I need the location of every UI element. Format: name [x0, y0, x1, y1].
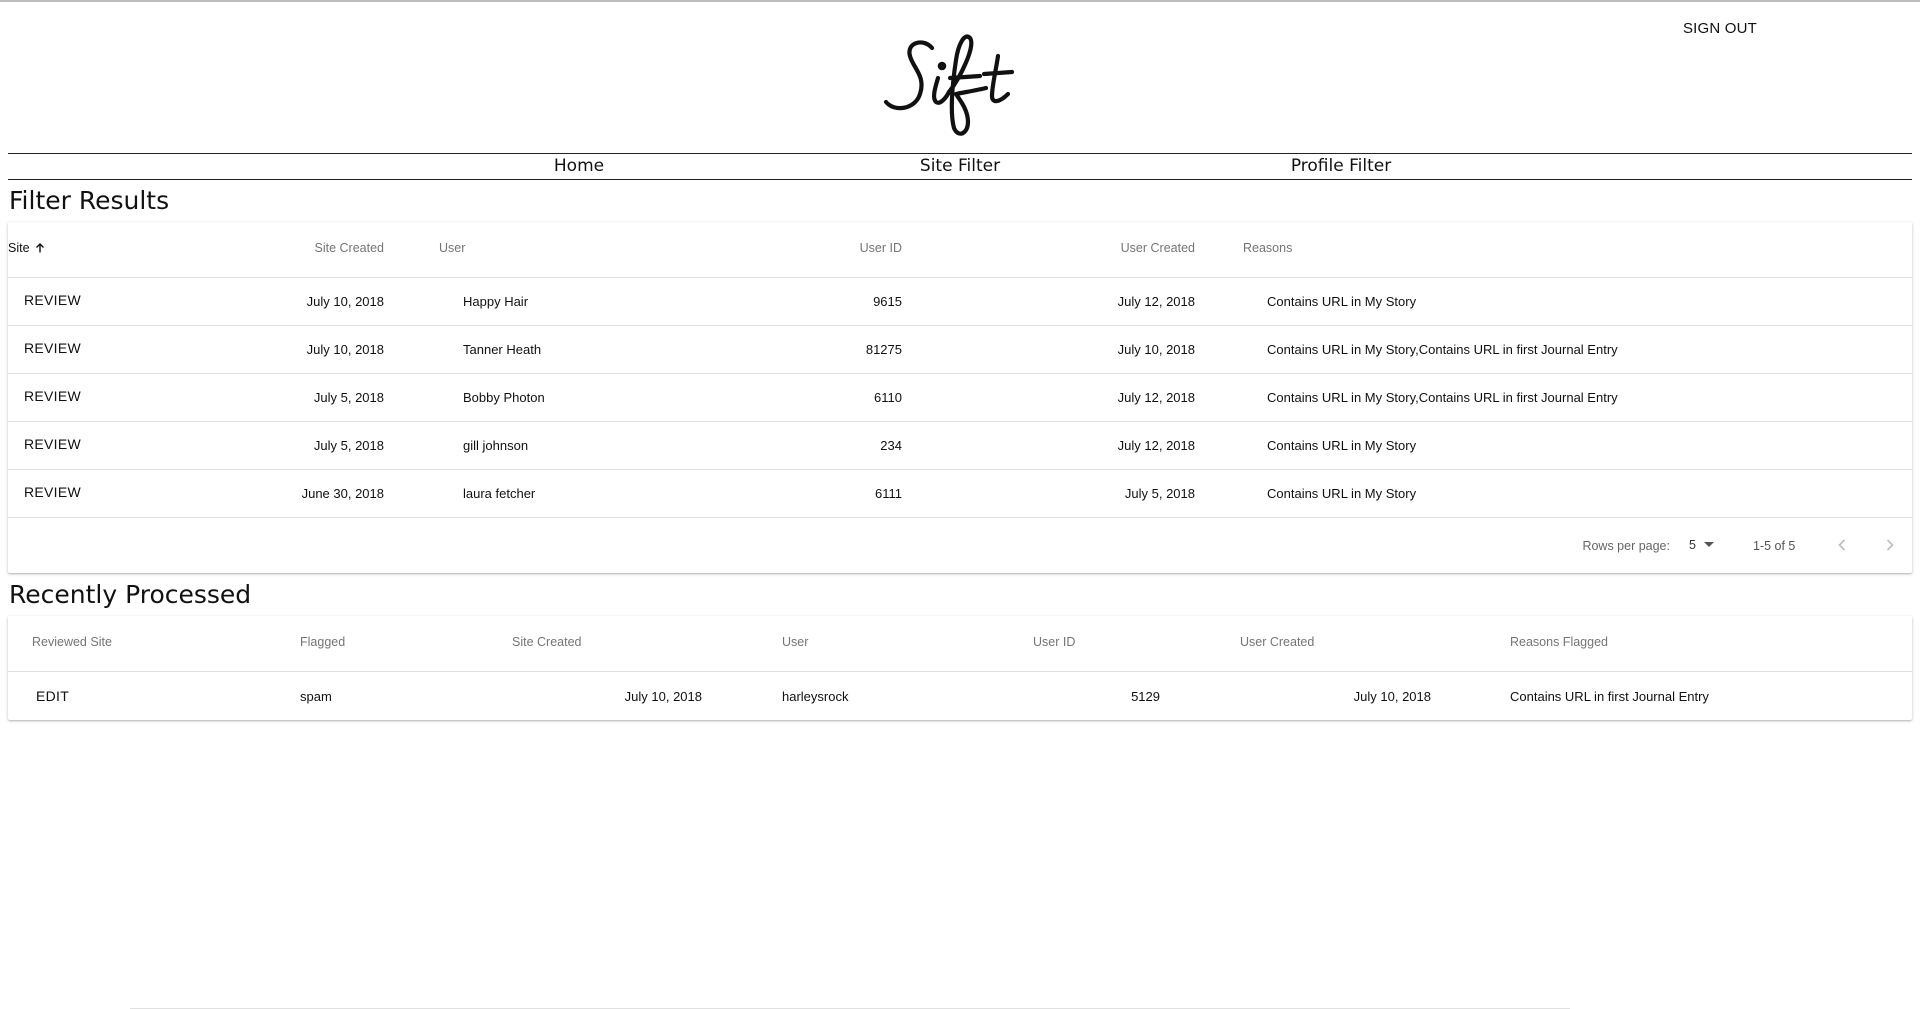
top-divider — [0, 0, 1920, 2]
user-created-cell: July 5, 2018 — [1124, 486, 1195, 501]
table-header: Site Site Created User User ID User Crea… — [8, 222, 1912, 278]
user-created-cell: July 10, 2018 — [1117, 342, 1195, 357]
user-id-cell: 6111 — [875, 486, 902, 501]
page: SIGN OUT Home Site Filter Profile Filter… — [0, 0, 1920, 1009]
rows-per-page-select[interactable]: 5 — [1689, 538, 1714, 552]
table-row: REVIEW July 10, 2018 Happy Hair 9615 Jul… — [8, 278, 1912, 326]
column-header-user-id: User ID — [1033, 635, 1076, 649]
recently-processed-table: Reviewed Site Flagged Site Created User … — [8, 616, 1912, 720]
column-header-reasons-flagged: Reasons Flagged — [1510, 635, 1608, 649]
flagged-cell: spam — [300, 689, 332, 704]
reasons-cell: Contains URL in My Story — [1267, 486, 1417, 501]
user-created-cell: July 12, 2018 — [1117, 294, 1195, 309]
column-header-site-label: Site — [8, 241, 30, 255]
nav-item-profile-filter[interactable]: Profile Filter — [1291, 156, 1391, 176]
review-button[interactable]: REVIEW — [24, 292, 81, 308]
site-created-cell: July 5, 2018 — [313, 438, 384, 453]
site-created-cell: July 10, 2018 — [624, 689, 702, 704]
user-id-cell: 234 — [880, 438, 902, 453]
site-created-cell: July 10, 2018 — [306, 342, 384, 357]
user-created-cell: July 10, 2018 — [1353, 689, 1431, 704]
column-header-user-created[interactable]: User Created — [1121, 241, 1195, 255]
reasons-cell: Contains URL in My Story — [1267, 438, 1417, 453]
user-cell: Tanner Heath — [463, 342, 542, 357]
column-header-flagged: Flagged — [300, 635, 346, 649]
reasons-cell: Contains URL in My Story,Contains URL in… — [1267, 342, 1618, 357]
table-header: Reviewed Site Flagged Site Created User … — [8, 616, 1912, 672]
review-button[interactable]: REVIEW — [24, 436, 81, 452]
rows-per-page-label: Rows per page: — [1582, 539, 1670, 553]
table-row: REVIEW June 30, 2018 laura fetcher 6111 … — [8, 470, 1912, 518]
next-page-button[interactable] — [1878, 533, 1902, 557]
filter-results-table: Site Site Created User User ID User Crea… — [8, 222, 1912, 573]
user-id-cell: 81275 — [865, 342, 902, 357]
chevron-left-icon — [1838, 539, 1846, 551]
user-cell: gill johnson — [463, 438, 529, 453]
review-button[interactable]: REVIEW — [24, 388, 81, 404]
review-button[interactable]: REVIEW — [24, 484, 81, 500]
column-header-user: User — [782, 635, 809, 649]
column-header-site-created: Site Created — [512, 635, 582, 649]
site-created-cell: July 5, 2018 — [313, 390, 384, 405]
site-created-cell: July 10, 2018 — [306, 294, 384, 309]
user-id-cell: 6110 — [874, 390, 902, 405]
rows-per-page-value: 5 — [1689, 538, 1696, 552]
column-header-site[interactable]: Site — [8, 241, 46, 255]
sign-out-button[interactable]: SIGN OUT — [1660, 14, 1780, 42]
column-header-user[interactable]: User — [439, 241, 465, 255]
review-button[interactable]: REVIEW — [24, 340, 81, 356]
caret-down-icon — [1703, 542, 1714, 547]
user-id-cell: 5129 — [1131, 689, 1160, 704]
reasons-cell: Contains URL in My Story — [1267, 294, 1417, 309]
table-row: EDIT spam July 10, 2018 harleysrock 5129… — [8, 672, 1912, 720]
filter-results-title: Filter Results — [9, 186, 170, 215]
user-cell: harleysrock — [782, 689, 849, 704]
site-created-cell: June 30, 2018 — [301, 486, 384, 501]
user-cell: Happy Hair — [463, 294, 529, 309]
nav-item-site-filter[interactable]: Site Filter — [920, 156, 1000, 176]
reasons-cell: Contains URL in My Story,Contains URL in… — [1267, 390, 1618, 405]
column-header-reasons[interactable]: Reasons — [1243, 241, 1292, 255]
table-row: REVIEW July 5, 2018 gill johnson 234 Jul… — [8, 422, 1912, 470]
sift-logo-script — [883, 34, 1015, 136]
user-created-cell: July 12, 2018 — [1117, 438, 1195, 453]
previous-page-button[interactable] — [1830, 533, 1854, 557]
table-row: REVIEW July 5, 2018 Bobby Photon 6110 Ju… — [8, 374, 1912, 422]
column-header-user-id[interactable]: User ID — [860, 241, 902, 255]
column-header-reviewed-site: Reviewed Site — [32, 635, 112, 649]
recently-processed-title: Recently Processed — [9, 580, 252, 609]
user-cell: laura fetcher — [463, 486, 536, 501]
main-nav: Home Site Filter Profile Filter — [8, 153, 1912, 180]
pagination-range: 1-5 of 5 — [1753, 539, 1796, 553]
user-id-cell: 9615 — [873, 294, 902, 309]
edit-button[interactable]: EDIT — [36, 688, 69, 704]
user-cell: Bobby Photon — [463, 390, 545, 405]
chevron-right-icon — [1886, 539, 1894, 551]
table-row: REVIEW July 10, 2018 Tanner Heath 81275 … — [8, 326, 1912, 374]
user-created-cell: July 12, 2018 — [1117, 390, 1195, 405]
column-header-user-created: User Created — [1240, 635, 1315, 649]
pagination: Rows per page: 5 1-5 of 5 — [8, 518, 1912, 573]
nav-item-home[interactable]: Home — [554, 156, 604, 176]
arrow-up-icon — [35, 243, 44, 253]
column-header-site-created[interactable]: Site Created — [315, 241, 384, 255]
sift-logo — [880, 30, 1040, 142]
reasons-flagged-cell: Contains URL in first Journal Entry — [1510, 689, 1709, 704]
